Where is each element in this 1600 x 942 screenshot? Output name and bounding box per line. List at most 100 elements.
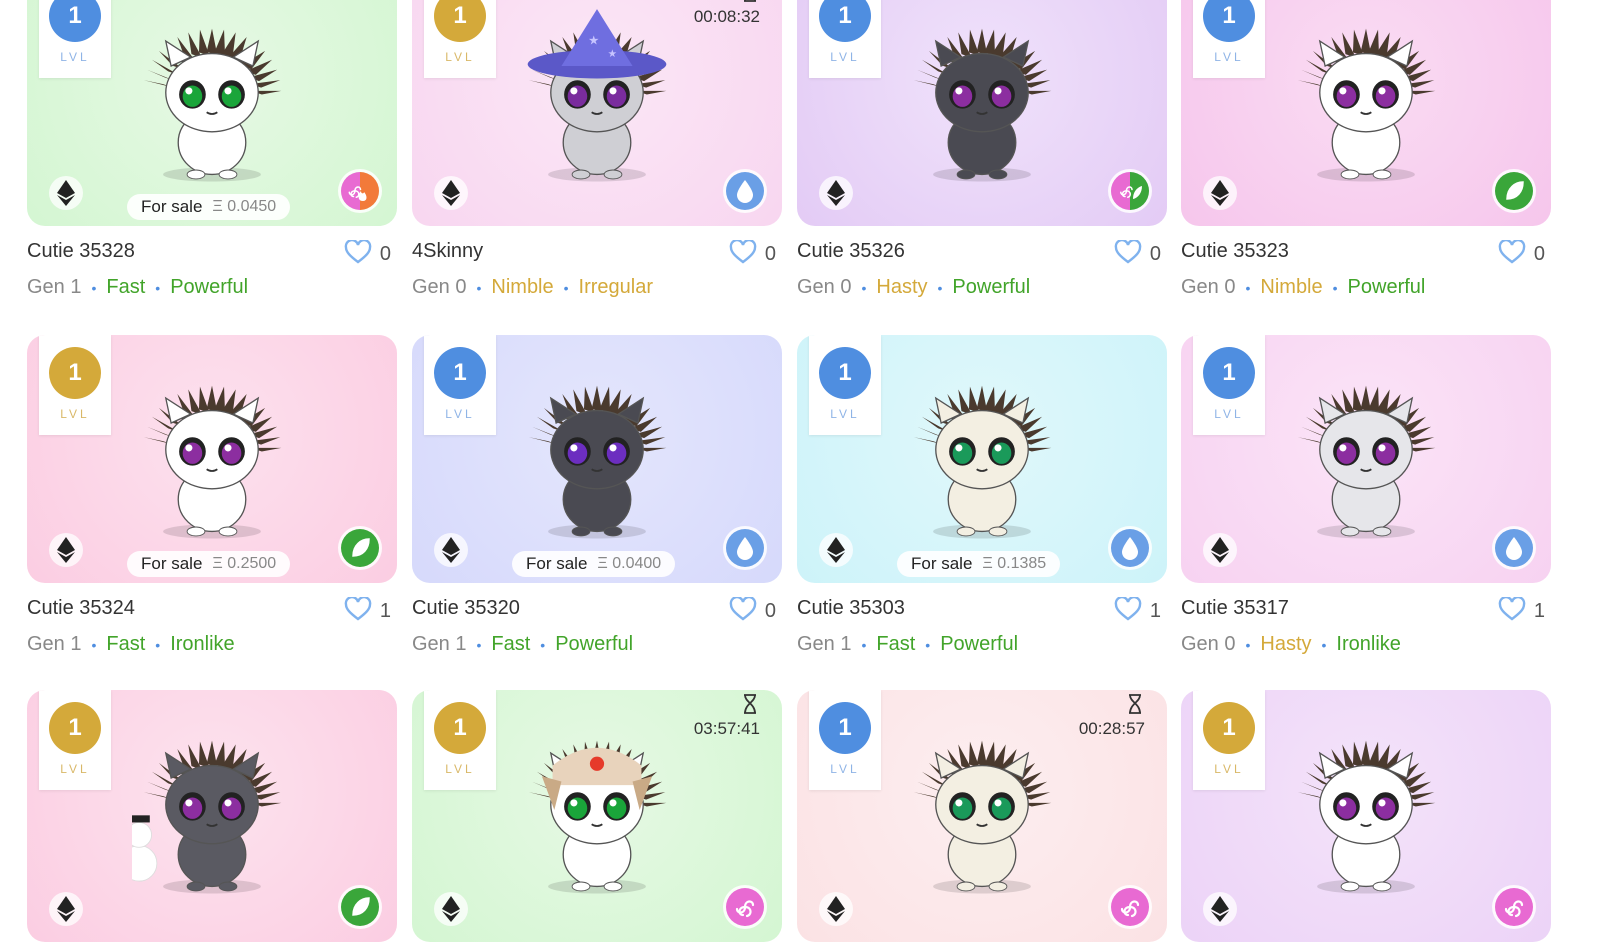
- cutie-card[interactable]: 1 LVL: [797, 0, 1167, 226]
- cutie-traits: Gen 0 • Nimble • Irregular: [412, 276, 653, 299]
- cutie-card[interactable]: 1 LVL 03:57:41: [412, 690, 782, 942]
- cutie-cell: 1 LVL: [1181, 690, 1551, 942]
- water-drop-icon: [1495, 529, 1533, 567]
- timer-value: 03:57:41: [693, 719, 760, 738]
- trait-speed[interactable]: Fast: [876, 633, 915, 656]
- cutie-name[interactable]: Cutie 35328: [27, 240, 135, 263]
- heart-icon: [1114, 595, 1142, 626]
- cutie-card[interactable]: 1 LVL 00:28:57: [797, 690, 1167, 942]
- timer-value: 00:08:32: [693, 7, 760, 26]
- for-sale-badge: For sale Ξ 0.0400: [512, 551, 676, 577]
- like-button[interactable]: 0: [729, 238, 776, 269]
- ethereum-icon: [1203, 176, 1237, 210]
- cutie-grid: 1 LVL For sale Ξ 0.0450 Cutie 35328 0 Ge…: [0, 0, 1600, 942]
- cutie-card[interactable]: 1 LVL For sale Ξ 0.2500: [27, 335, 397, 583]
- trait-power[interactable]: Powerful: [555, 633, 633, 656]
- cutie-card[interactable]: 1 LVL 00:08:32 ★ ★: [412, 0, 782, 226]
- level-label: LVL: [60, 762, 90, 776]
- trait-speed[interactable]: Fast: [106, 633, 145, 656]
- ethereum-icon: [819, 176, 853, 210]
- cutie-cell: 1 LVL Cutie 35326 0 Gen 0 • Hasty • Powe…: [797, 0, 1167, 318]
- like-button[interactable]: 0: [729, 595, 776, 626]
- generation: Gen 1: [27, 633, 82, 655]
- separator-dot: •: [861, 636, 867, 653]
- like-button[interactable]: 0: [344, 238, 391, 269]
- level-label: LVL: [60, 407, 90, 421]
- cutie-name[interactable]: Cutie 35320: [412, 597, 520, 620]
- like-button[interactable]: 0: [1498, 238, 1545, 269]
- trait-speed[interactable]: Nimble: [491, 276, 553, 299]
- cutie-name[interactable]: Cutie 35326: [797, 240, 905, 263]
- cutie-card[interactable]: 1 LVL: [1181, 690, 1551, 942]
- trait-power[interactable]: Powerful: [170, 276, 248, 299]
- like-count: 0: [1149, 243, 1161, 265]
- cutie-card[interactable]: 1 LVL For sale Ξ 0.0450: [27, 0, 397, 226]
- cutie-name[interactable]: Cutie 35324: [27, 597, 135, 620]
- cutie-traits: Gen 1 • Fast • Powerful: [412, 633, 633, 656]
- like-count: 0: [764, 600, 776, 622]
- svg-text:★: ★: [608, 48, 618, 60]
- level-number: 1: [49, 0, 101, 42]
- leaf-icon: [341, 529, 379, 567]
- cutie-mascot-image: [517, 720, 677, 900]
- separator-dot: •: [155, 279, 161, 296]
- cutie-name[interactable]: Cutie 35317: [1181, 597, 1289, 620]
- trait-power[interactable]: Powerful: [952, 276, 1030, 299]
- trait-power[interactable]: Irregular: [579, 276, 653, 299]
- ethereum-icon: [49, 176, 83, 210]
- cutie-card[interactable]: 1 LVL For sale Ξ 0.0400: [412, 335, 782, 583]
- level-number: 1: [1203, 0, 1255, 42]
- level-number: 1: [1203, 347, 1255, 399]
- ethereum-icon: [819, 533, 853, 567]
- separator-dot: •: [91, 279, 97, 296]
- generation: Gen 0: [1181, 633, 1236, 655]
- cutie-card[interactable]: 1 LVL For sale Ξ 0.1385: [797, 335, 1167, 583]
- level-number: 1: [819, 347, 871, 399]
- cutie-name[interactable]: 4Skinny: [412, 240, 483, 263]
- level-badge: 1 LVL: [424, 0, 496, 78]
- cutie-cell: 1 LVL Cutie 35323 0 Gen 0 • Nimble • Pow…: [1181, 0, 1551, 318]
- cutie-mascot-image: [902, 8, 1062, 188]
- cutie-name[interactable]: Cutie 35303: [797, 597, 905, 620]
- trait-speed[interactable]: Fast: [491, 633, 530, 656]
- trait-speed[interactable]: Hasty: [1260, 633, 1311, 656]
- cutie-name[interactable]: Cutie 35323: [1181, 240, 1289, 263]
- trait-power[interactable]: Ironlike: [1336, 633, 1400, 656]
- separator-dot: •: [540, 636, 546, 653]
- hourglass-icon: [694, 694, 758, 719]
- like-button[interactable]: 1: [1498, 595, 1545, 626]
- like-button[interactable]: 1: [344, 595, 391, 626]
- cutie-mascot-image: [1286, 8, 1446, 188]
- separator-dot: •: [1321, 636, 1327, 653]
- sale-price: Ξ 0.0400: [597, 555, 662, 572]
- ethereum-icon: [434, 533, 468, 567]
- trait-speed[interactable]: Nimble: [1260, 276, 1322, 299]
- trait-power[interactable]: Powerful: [940, 633, 1018, 656]
- cutie-card[interactable]: 1 LVL: [1181, 0, 1551, 226]
- level-badge: 1 LVL: [809, 335, 881, 435]
- heart-icon: [344, 595, 372, 626]
- like-count: 0: [379, 243, 391, 265]
- ethereum-icon: [1203, 892, 1237, 926]
- hourglass-icon: [694, 0, 758, 7]
- sale-price: Ξ 0.2500: [212, 555, 277, 572]
- trait-speed[interactable]: Fast: [106, 276, 145, 299]
- cutie-card[interactable]: 1 LVL: [1181, 335, 1551, 583]
- cutie-mascot-image: [132, 8, 292, 188]
- cutie-card[interactable]: 1 LVL: [27, 690, 397, 942]
- water-drop-icon: [1111, 529, 1149, 567]
- wind-fire-icon: [341, 172, 379, 210]
- level-badge: 1 LVL: [809, 690, 881, 790]
- for-sale-badge: For sale Ξ 0.0450: [127, 194, 291, 220]
- like-button[interactable]: 1: [1114, 595, 1161, 626]
- like-button[interactable]: 0: [1114, 238, 1161, 269]
- trait-power[interactable]: Ironlike: [170, 633, 234, 656]
- wind-icon: [1111, 888, 1149, 926]
- level-badge: 1 LVL: [1193, 690, 1265, 790]
- trait-speed[interactable]: Hasty: [876, 276, 927, 299]
- cutie-cell: 1 LVL For sale Ξ 0.0400 Cutie 35320 0 Ge…: [412, 335, 782, 675]
- for-sale-label: For sale: [911, 554, 973, 573]
- cutie-mascot-image: [1286, 365, 1446, 545]
- trait-power[interactable]: Powerful: [1348, 276, 1426, 299]
- cutie-cell: 1 LVL For sale Ξ 0.0450 Cutie 35328 0 Ge…: [27, 0, 397, 318]
